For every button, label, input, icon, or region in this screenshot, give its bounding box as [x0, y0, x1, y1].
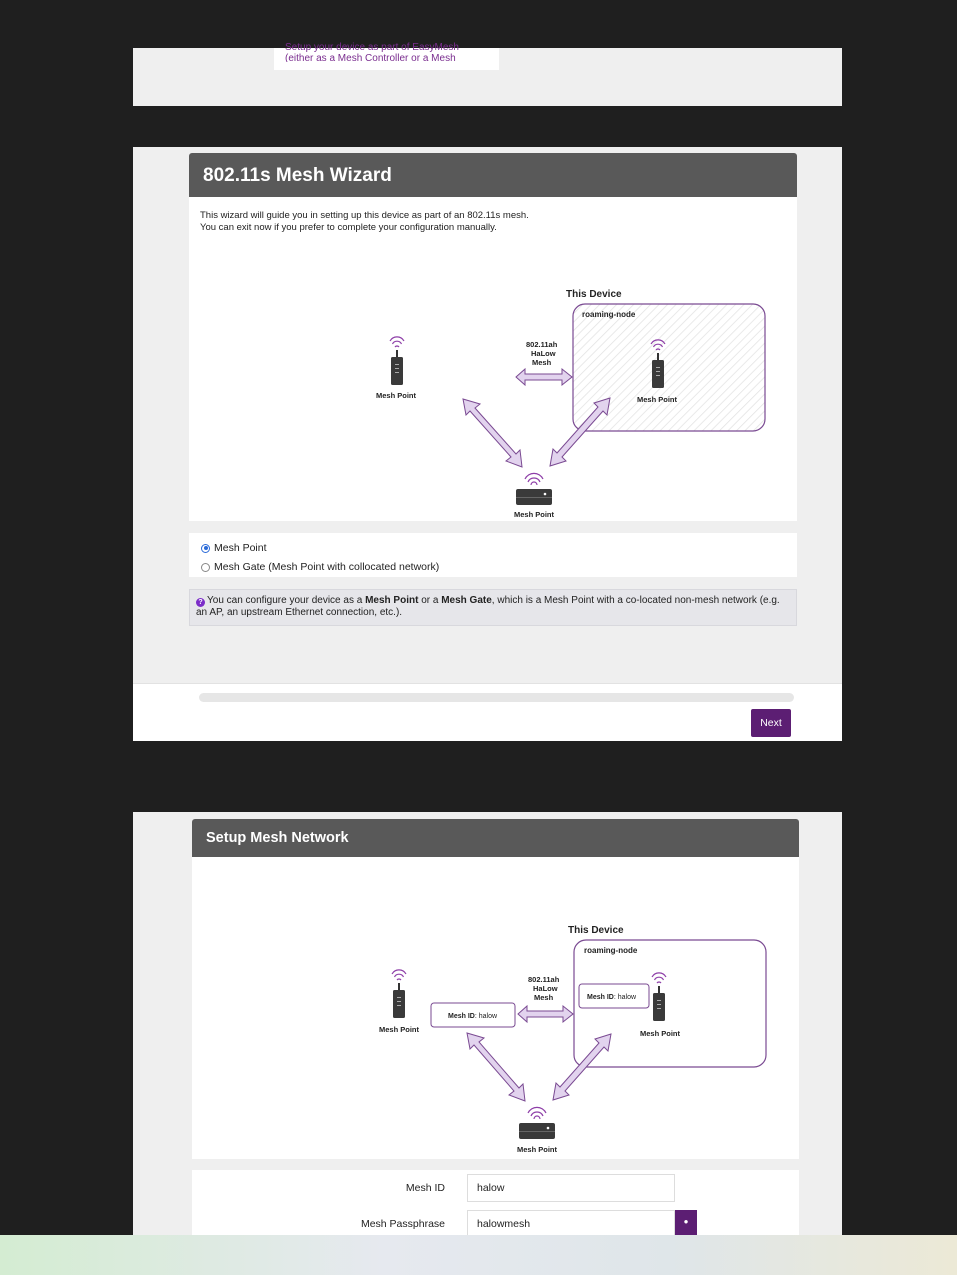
setup-mesh-panel: Setup Mesh Network This Device roaming-n…	[133, 812, 842, 1238]
info-bold-2: Mesh Gate	[441, 595, 492, 606]
link-label-1: 802.11ah	[528, 975, 560, 984]
previous-wizard-card: Setup your device as part of EasyMesh (e…	[274, 42, 499, 70]
setup-diagram-card: This Device roaming-node Mesh ID: halow …	[192, 857, 799, 1159]
previous-wizard-note: Setup your device as part of EasyMesh (e…	[285, 42, 459, 62]
device-mesh-id-text: Mesh ID: halow	[587, 994, 637, 1001]
horizontal-link-arrow	[515, 367, 573, 387]
left-diagonal-arrow	[462, 398, 523, 468]
option-mesh-point[interactable]: Mesh Point	[201, 542, 267, 554]
router-icon	[389, 336, 405, 385]
mesh-settings-form: Mesh ID halow Mesh Passphrase halowmesh …	[192, 1170, 799, 1238]
wizard-intro-card: This wizard will guide you in setting up…	[189, 197, 797, 521]
mesh-gate-radio[interactable]	[201, 562, 210, 572]
setup-title-bar: Setup Mesh Network	[192, 819, 799, 857]
link-label-3: Mesh	[532, 358, 552, 367]
setup-title: Setup Mesh Network	[206, 830, 349, 846]
setup-mesh-diagram: This Device roaming-node Mesh ID: halow …	[379, 925, 767, 1154]
left-mesh-id-text: Mesh ID: halow	[448, 1013, 498, 1020]
node-name-label: roaming-node	[584, 946, 638, 955]
previous-wizard-panel: Setup your device as part of EasyMesh (e…	[133, 42, 842, 106]
access-point-icon	[516, 472, 552, 505]
mesh-point-right-label: Mesh Point	[640, 1029, 681, 1038]
mode-info-box: ? You can configure your device as a Mesh…	[189, 589, 797, 626]
mesh-passphrase-input[interactable]: halowmesh	[467, 1210, 675, 1238]
info-text-2: or a	[418, 595, 442, 606]
option-mesh-gate[interactable]: Mesh Gate (Mesh Point with collocated ne…	[201, 561, 439, 573]
wizard-title: 802.11s Mesh Wizard	[203, 165, 392, 186]
this-device-label: This Device	[566, 289, 622, 300]
wizard-footer: Next	[133, 683, 842, 741]
mesh-point-option-label: Mesh Point	[214, 542, 267, 554]
mesh-point-left-label: Mesh Point	[379, 1025, 420, 1034]
link-label-1: 802.11ah	[526, 340, 558, 349]
bottom-gradient-strip	[0, 1235, 957, 1275]
router-icon	[391, 969, 407, 1018]
left-diagonal-arrow	[466, 1032, 526, 1102]
help-icon: ?	[196, 598, 205, 607]
mesh-wizard-panel: 802.11s Mesh Wizard This wizard will gui…	[133, 147, 842, 741]
mesh-point-bottom-label: Mesh Point	[514, 510, 555, 519]
mesh-point-radio[interactable]	[201, 543, 210, 553]
show-password-toggle[interactable]: ●	[675, 1210, 697, 1235]
mesh-id-label: Mesh ID	[405, 1182, 445, 1194]
mesh-diagram: This Device roaming-node Mesh Point Mesh…	[376, 289, 766, 519]
this-device-label: This Device	[568, 925, 624, 936]
node-name-label: roaming-node	[582, 310, 636, 319]
link-label-2: HaLow	[533, 984, 558, 993]
mesh-id-input[interactable]: halow	[467, 1174, 675, 1202]
link-label-3: Mesh	[534, 993, 554, 1002]
mesh-passphrase-label: Mesh Passphrase	[360, 1218, 445, 1230]
mesh-point-left-label: Mesh Point	[376, 391, 417, 400]
mesh-point-bottom-label: Mesh Point	[517, 1145, 558, 1154]
eye-icon: ●	[683, 1217, 689, 1226]
mesh-point-right-label: Mesh Point	[637, 395, 678, 404]
link-label-2: HaLow	[531, 349, 556, 358]
wizard-title-bar: 802.11s Mesh Wizard	[189, 153, 797, 197]
info-bold-1: Mesh Point	[365, 595, 419, 606]
next-button[interactable]: Next	[751, 709, 791, 737]
mode-options-card: Mesh Point Mesh Gate (Mesh Point with co…	[189, 533, 797, 577]
access-point-icon	[519, 1106, 555, 1139]
horizontal-link-arrow	[517, 1004, 574, 1024]
progress-bar	[199, 693, 794, 702]
mesh-gate-option-label: Mesh Gate (Mesh Point with collocated ne…	[214, 561, 440, 573]
info-text-1: You can configure your device as a	[207, 595, 366, 606]
